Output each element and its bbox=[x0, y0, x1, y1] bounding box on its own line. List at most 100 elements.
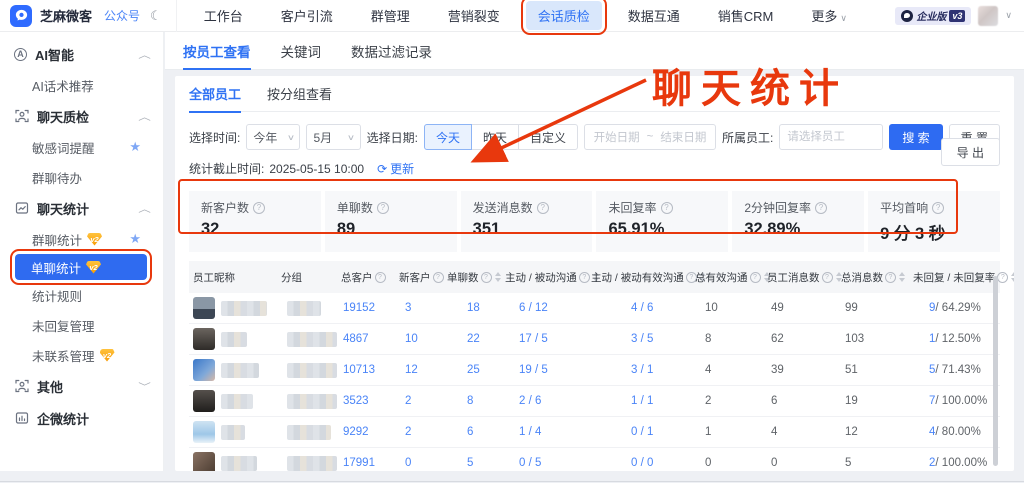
new-customers-value[interactable]: 2 bbox=[405, 395, 411, 407]
table-body: 19152 3 18 6 / 12 4 / 6 10 49 99 9 / 64.… bbox=[189, 293, 1000, 471]
date-custom-button[interactable]: 自定义 bbox=[518, 124, 578, 150]
sidebar-item-group-todo[interactable]: 群聊待办 bbox=[0, 162, 163, 192]
sidebar-item-ai-script[interactable]: AI话术推荐 bbox=[0, 70, 163, 100]
question-icon[interactable]: ? bbox=[537, 202, 549, 214]
stat-value: 32 bbox=[201, 220, 309, 239]
deadline-row: 统计截止时间: 2025-05-15 10:00 ⟳ 更新 bbox=[189, 160, 1000, 177]
chevron-down-icon: ∨ bbox=[286, 133, 294, 142]
question-icon[interactable]: ? bbox=[815, 202, 827, 214]
chats-value[interactable]: 6 bbox=[467, 426, 473, 438]
search-button[interactable]: 搜 索 bbox=[889, 124, 942, 150]
blurred-group-name bbox=[287, 363, 337, 378]
new-customers-value[interactable]: 3 bbox=[405, 302, 411, 314]
sidebar-group-wecom-stats[interactable]: 企微统计 bbox=[0, 402, 163, 434]
sidebar-item-group-chat-stats[interactable]: 群聊统计 v2 ★ bbox=[0, 224, 163, 254]
top-navigation: 工作台 客户引流 群管理 营销裂变 会话质检 数据互通 销售CRM 更多∨ bbox=[185, 1, 866, 30]
chats-value[interactable]: 18 bbox=[467, 302, 480, 314]
avatar[interactable] bbox=[978, 6, 998, 26]
question-icon[interactable]: ? bbox=[750, 272, 761, 283]
sidebar-group-ai[interactable]: A AI智能 ︿ bbox=[0, 38, 163, 70]
question-icon[interactable]: ? bbox=[253, 202, 265, 214]
active-passive-valid-value[interactable]: 0 / 0 bbox=[631, 457, 653, 469]
brand-channel-link[interactable]: 公众号 bbox=[104, 7, 140, 24]
employee-avatar bbox=[193, 452, 215, 471]
date-yesterday-button[interactable]: 昨天 bbox=[471, 124, 519, 150]
active-passive-value[interactable]: 6 / 12 bbox=[519, 302, 548, 314]
nav-more[interactable]: 更多∨ bbox=[799, 1, 859, 30]
vertical-scrollbar[interactable] bbox=[993, 276, 998, 466]
unreplied-rate-value: / 100.00% bbox=[935, 395, 987, 407]
tab-keywords[interactable]: 关键词 bbox=[281, 32, 322, 70]
subtab-all-employees[interactable]: 全部员工 bbox=[189, 76, 241, 112]
sidebar-group-chat-qc[interactable]: 聊天质检 ︿ bbox=[0, 100, 163, 132]
app-logo-icon[interactable] bbox=[10, 5, 32, 27]
sidebar-item-uncontacted-mgmt[interactable]: 未联系管理 v2 bbox=[0, 340, 163, 370]
sidebar-item-stat-rules[interactable]: 统计规则 bbox=[0, 280, 163, 310]
active-passive-value[interactable]: 19 / 5 bbox=[519, 364, 548, 376]
chevron-down-icon[interactable]: ∨ bbox=[1005, 10, 1012, 21]
subtab-by-group[interactable]: 按分组查看 bbox=[267, 76, 332, 112]
nav-data-interchange[interactable]: 数据互通 bbox=[616, 1, 692, 30]
new-customers-value[interactable]: 10 bbox=[405, 333, 418, 345]
chats-value[interactable]: 8 bbox=[467, 395, 473, 407]
month-select[interactable]: 5月 ∨ bbox=[306, 124, 360, 150]
question-icon[interactable]: ? bbox=[932, 202, 944, 214]
sidebar-group-chat-stats[interactable]: 聊天统计 ︿ bbox=[0, 192, 163, 224]
stat-label: 单聊数 bbox=[337, 199, 373, 216]
chats-value[interactable]: 5 bbox=[467, 457, 473, 469]
nav-conversation-qc[interactable]: 会话质检 bbox=[526, 1, 602, 30]
nav-workbench[interactable]: 工作台 bbox=[192, 1, 255, 30]
active-passive-value[interactable]: 2 / 6 bbox=[519, 395, 541, 407]
unreplied-rate-value: / 64.29% bbox=[935, 302, 980, 314]
nav-sales-crm[interactable]: 销售CRM bbox=[706, 1, 786, 30]
dark-mode-icon[interactable]: ☾ bbox=[150, 8, 162, 24]
nav-customer-acquisition[interactable]: 客户引流 bbox=[269, 1, 345, 30]
total-customers-value[interactable]: 17991 bbox=[343, 457, 375, 469]
total-customers-value[interactable]: 19152 bbox=[343, 302, 375, 314]
tab-by-employee[interactable]: 按员工查看 bbox=[183, 32, 251, 70]
question-icon[interactable]: ? bbox=[885, 272, 896, 283]
sidebar-item-unreplied-mgmt[interactable]: 未回复管理 bbox=[0, 310, 163, 340]
chats-value[interactable]: 22 bbox=[467, 333, 480, 345]
tab-data-filter-log[interactable]: 数据过滤记录 bbox=[351, 32, 432, 70]
sort-icon[interactable] bbox=[899, 272, 905, 282]
date-range-input[interactable]: 开始日期 ~ 结束日期 bbox=[584, 124, 716, 150]
total-customers-value[interactable]: 4867 bbox=[343, 333, 369, 345]
export-button[interactable]: 导 出 bbox=[941, 138, 1000, 166]
question-icon[interactable]: ? bbox=[822, 272, 833, 283]
active-passive-valid-value[interactable]: 4 / 6 bbox=[631, 302, 653, 314]
sidebar-item-sensitive-words[interactable]: 敏感词提醒 ★ bbox=[0, 132, 163, 162]
chats-value[interactable]: 25 bbox=[467, 364, 480, 376]
nav-group-management[interactable]: 群管理 bbox=[359, 1, 422, 30]
sort-icon[interactable] bbox=[495, 272, 501, 282]
blurred-group-name bbox=[287, 332, 337, 347]
active-passive-valid-value[interactable]: 3 / 1 bbox=[631, 364, 653, 376]
question-icon[interactable]: ? bbox=[377, 202, 389, 214]
staff-select-input[interactable] bbox=[779, 124, 883, 150]
question-icon[interactable]: ? bbox=[375, 272, 386, 283]
active-passive-value[interactable]: 1 / 4 bbox=[519, 426, 541, 438]
question-icon[interactable]: ? bbox=[997, 272, 1008, 283]
sort-icon[interactable] bbox=[1011, 272, 1014, 282]
total-valid-value: 2 bbox=[705, 395, 711, 407]
refresh-link[interactable]: ⟳ 更新 bbox=[377, 160, 414, 177]
new-customers-value[interactable]: 2 bbox=[405, 426, 411, 438]
new-customers-value[interactable]: 0 bbox=[405, 457, 411, 469]
new-customers-value[interactable]: 12 bbox=[405, 364, 418, 376]
active-passive-valid-value[interactable]: 0 / 1 bbox=[631, 426, 653, 438]
total-customers-value[interactable]: 9292 bbox=[343, 426, 369, 438]
date-today-button[interactable]: 今天 bbox=[424, 124, 472, 150]
active-passive-valid-value[interactable]: 1 / 1 bbox=[631, 395, 653, 407]
total-customers-value[interactable]: 3523 bbox=[343, 395, 369, 407]
question-icon[interactable]: ? bbox=[433, 272, 444, 283]
sidebar-item-single-chat-stats[interactable]: 单聊统计 v2 bbox=[15, 254, 147, 280]
active-passive-value[interactable]: 0 / 5 bbox=[519, 457, 541, 469]
active-passive-value[interactable]: 17 / 5 bbox=[519, 333, 548, 345]
question-icon[interactable]: ? bbox=[661, 202, 673, 214]
total-customers-value[interactable]: 10713 bbox=[343, 364, 375, 376]
sidebar-group-other[interactable]: 其他 ﹀ bbox=[0, 370, 163, 402]
nav-marketing-fission[interactable]: 营销裂变 bbox=[436, 1, 512, 30]
active-passive-valid-value[interactable]: 3 / 5 bbox=[631, 333, 653, 345]
question-icon[interactable]: ? bbox=[481, 272, 492, 283]
year-select[interactable]: 今年 ∨ bbox=[246, 124, 300, 150]
